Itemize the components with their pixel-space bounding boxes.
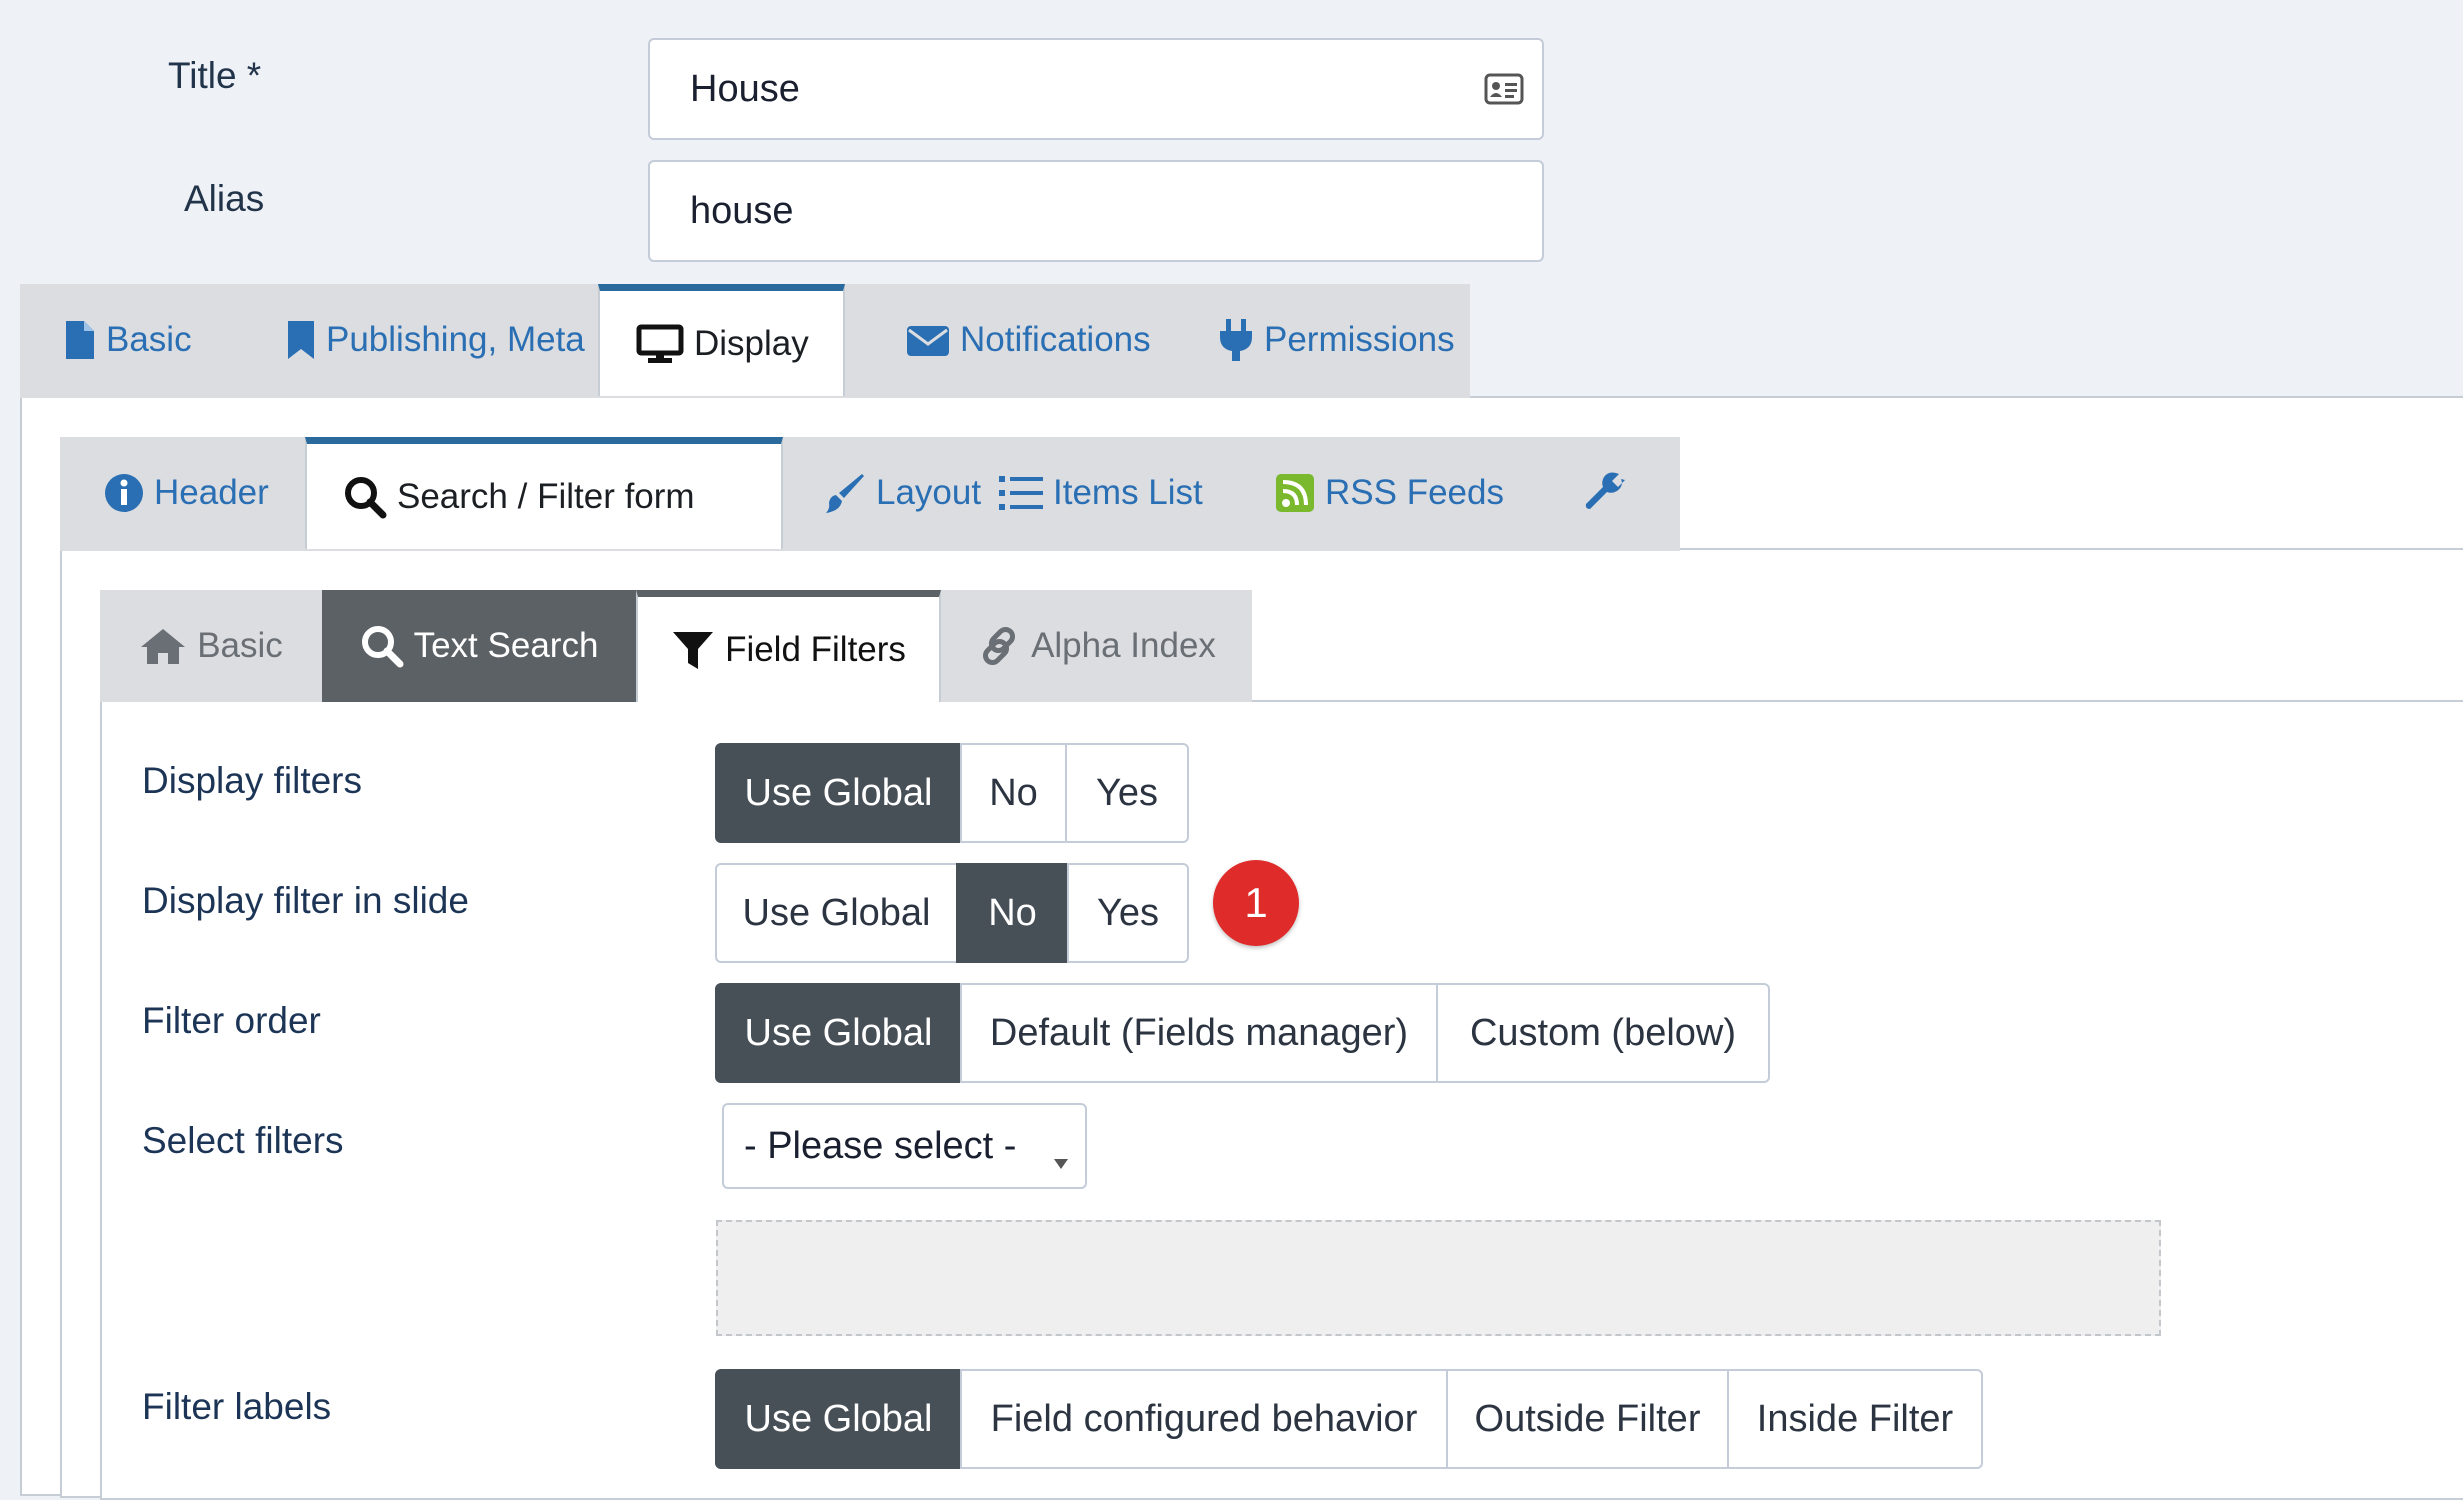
display-filters-no[interactable]: No — [960, 743, 1067, 843]
tab-basic-filter[interactable]: Basic — [100, 590, 322, 702]
display-filter-in-slide-label: Display filter in slide — [142, 880, 469, 921]
display-filters-toggle: Use Global No Yes — [715, 743, 1189, 843]
tab-display[interactable]: Display — [598, 284, 845, 396]
funnel-icon — [671, 628, 715, 672]
display-filters-label: Display filters — [142, 760, 362, 801]
tab-basic[interactable]: Basic — [38, 284, 218, 396]
rss-icon — [1275, 473, 1315, 513]
tab-publishing-label: Publishing, Meta — [326, 320, 585, 359]
tab-alpha-index-label: Alpha Index — [1031, 626, 1216, 665]
tab-text-search[interactable]: Text Search — [322, 590, 636, 702]
plug-icon — [1218, 317, 1254, 363]
display-sub-tabs: Header Search / Filter form Layout Items… — [60, 437, 1680, 551]
filter-labels-use-global[interactable]: Use Global — [715, 1369, 962, 1469]
search-icon — [343, 475, 387, 519]
monitor-icon — [636, 324, 684, 364]
filter-labels-inside[interactable]: Inside Filter — [1727, 1369, 1983, 1469]
tab-notifications[interactable]: Notifications — [880, 284, 1177, 396]
tab-rss-feeds[interactable]: RSS Feeds — [1249, 437, 1530, 549]
display-filters-use-global[interactable]: Use Global — [715, 743, 962, 843]
tab-rss-feeds-label: RSS Feeds — [1325, 473, 1504, 512]
tab-alpha-index[interactable]: Alpha Index — [941, 590, 1252, 702]
select-filters-label: Select filters — [142, 1120, 344, 1161]
alias-input[interactable]: house — [648, 160, 1544, 262]
annotation-badge: 1 — [1213, 860, 1299, 946]
tab-permissions-label: Permissions — [1264, 320, 1455, 359]
bookmark-icon — [286, 319, 316, 361]
alias-label: Alias — [184, 178, 265, 219]
envelope-icon — [906, 323, 950, 357]
filter-labels-toggle: Use Global Field configured behavior Out… — [715, 1369, 1983, 1469]
contact-card-icon — [1484, 72, 1524, 115]
tab-header-label: Header — [154, 473, 269, 512]
alias-value: house — [690, 189, 794, 232]
filter-in-slide-yes[interactable]: Yes — [1067, 863, 1189, 963]
tab-advanced[interactable] — [1557, 437, 1665, 549]
tab-items-list-label: Items List — [1053, 473, 1203, 512]
tab-basic-filter-label: Basic — [197, 626, 283, 665]
select-filters-dropdown[interactable]: - Please select - — [722, 1103, 1087, 1189]
filter-in-slide-no[interactable]: No — [956, 863, 1069, 963]
tab-layout-label: Layout — [876, 473, 982, 512]
tab-basic-label: Basic — [106, 320, 192, 359]
brush-icon — [822, 471, 866, 515]
search-icon — [360, 624, 404, 668]
filter-labels-outside[interactable]: Outside Filter — [1446, 1369, 1729, 1469]
filter-order-custom[interactable]: Custom (below) — [1436, 983, 1770, 1083]
tab-field-filters[interactable]: Field Filters — [636, 590, 941, 702]
filter-labels-label: Filter labels — [142, 1386, 332, 1427]
display-filter-in-slide-toggle: Use Global No Yes — [715, 863, 1189, 963]
tab-field-filters-label: Field Filters — [725, 629, 906, 669]
list-icon — [999, 473, 1043, 513]
selected-filters-area[interactable] — [716, 1220, 2161, 1336]
chevron-down-icon — [1053, 1137, 1069, 1180]
tab-permissions[interactable]: Permissions — [1192, 284, 1481, 396]
home-icon — [139, 626, 187, 666]
main-tabs: Basic Publishing, Meta Display Notificat… — [20, 284, 1470, 398]
tab-notifications-label: Notifications — [960, 320, 1151, 359]
filter-order-label: Filter order — [142, 1000, 321, 1041]
title-label: Title * — [168, 55, 262, 96]
wrench-icon — [1583, 470, 1629, 516]
tab-display-label: Display — [694, 323, 809, 363]
link-icon — [977, 624, 1021, 668]
tab-items-list[interactable]: Items List — [973, 437, 1229, 549]
filter-tabs: Basic Text Search Field Filters Alpha In… — [100, 590, 1252, 702]
info-icon — [104, 473, 144, 513]
title-value: House — [690, 67, 800, 110]
tab-search-filter-form[interactable]: Search / Filter form — [305, 437, 783, 549]
display-filters-yes[interactable]: Yes — [1065, 743, 1189, 843]
tab-search-filter-label: Search / Filter form — [397, 476, 695, 516]
file-icon — [64, 319, 96, 361]
filter-labels-field-configured[interactable]: Field configured behavior — [960, 1369, 1448, 1469]
tab-publishing-meta[interactable]: Publishing, Meta — [260, 284, 611, 396]
filter-order-use-global[interactable]: Use Global — [715, 983, 962, 1083]
select-filters-value: - Please select - — [744, 1124, 1017, 1167]
tab-header[interactable]: Header — [78, 437, 295, 549]
filter-order-toggle: Use Global Default (Fields manager) Cust… — [715, 983, 1770, 1083]
title-input[interactable]: House — [648, 38, 1544, 140]
filter-in-slide-use-global[interactable]: Use Global — [715, 863, 958, 963]
filter-order-default[interactable]: Default (Fields manager) — [960, 983, 1438, 1083]
tab-text-search-label: Text Search — [413, 626, 599, 665]
